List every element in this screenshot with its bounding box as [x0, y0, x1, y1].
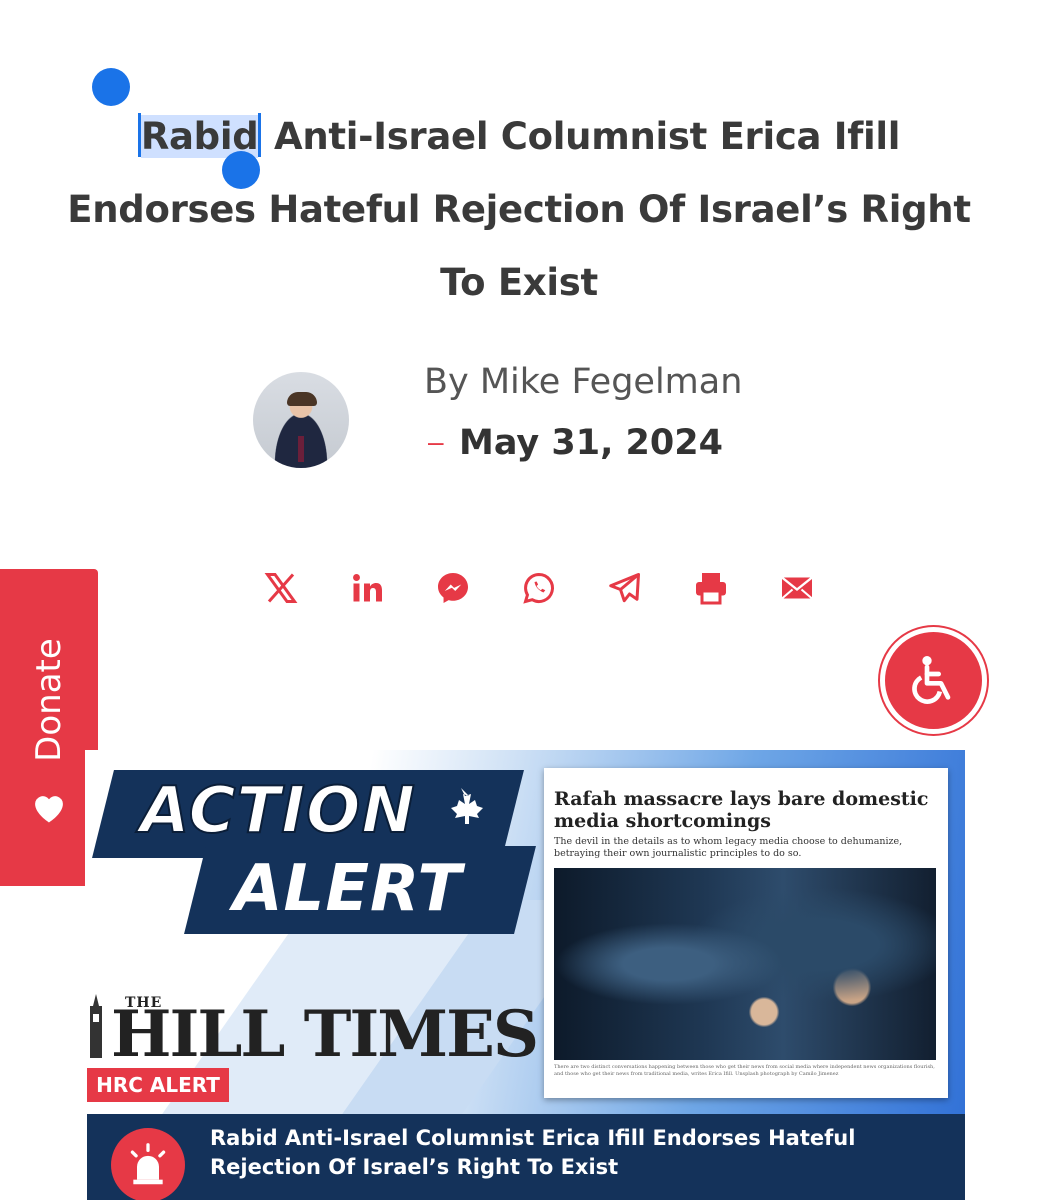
article-preview-card: Rafah massacre lays bare domestic media … — [544, 768, 948, 1098]
hill-times-name: HILL TIMES — [111, 997, 539, 1072]
whatsapp-icon — [523, 572, 554, 604]
share-email-button[interactable] — [754, 568, 840, 608]
print-button[interactable] — [668, 568, 754, 608]
hill-times-logo: THE HILL TIMES — [87, 995, 539, 1072]
date-separator: – — [428, 426, 444, 457]
selection-end-handle[interactable] — [222, 151, 260, 189]
hrc-alert-badge: HRC ALERT — [87, 1068, 229, 1102]
avatar-hair — [287, 392, 317, 406]
share-whatsapp-button[interactable] — [496, 568, 582, 608]
preview-caption: There are two distinct conversations hap… — [554, 1064, 935, 1077]
maple-leaf-icon — [451, 788, 483, 824]
featured-image[interactable]: ACTION ALERT THE HILL TIMES HRC ALERT Ra… — [85, 750, 965, 1200]
x-icon — [264, 573, 298, 603]
alert-word: ALERT — [233, 852, 463, 926]
accessibility-button[interactable] — [880, 627, 987, 734]
heart-icon — [35, 796, 63, 823]
preview-dek: The devil in the details as to whom lega… — [554, 836, 903, 859]
messenger-icon — [438, 573, 468, 603]
share-bar — [238, 568, 840, 608]
siren-icon — [111, 1128, 185, 1200]
share-telegram-button[interactable] — [582, 568, 668, 608]
share-x-button[interactable] — [238, 568, 324, 608]
action-word: ACTION — [139, 773, 416, 849]
hill-times-the: THE — [125, 995, 163, 1011]
preview-photo — [554, 868, 936, 1060]
share-linkedin-button[interactable] — [324, 568, 410, 608]
telegram-icon — [609, 573, 640, 603]
selection-start-handle[interactable] — [92, 68, 130, 106]
avatar-tie — [298, 436, 304, 462]
banner-headline: Rabid Anti-Israel Columnist Erica Ifill … — [210, 1126, 856, 1179]
share-messenger-button[interactable] — [410, 568, 496, 608]
preview-title: Rafah massacre lays bare domestic media … — [554, 788, 929, 832]
article-title: Rabid Anti-Israel Columnist Erica Ifill … — [60, 100, 978, 319]
donate-label[interactable]: Donate — [29, 638, 69, 762]
linkedin-icon — [353, 574, 382, 602]
email-icon — [781, 576, 813, 600]
author-avatar[interactable] — [253, 372, 349, 468]
publish-date: May 31, 2024 — [459, 423, 723, 463]
wheelchair-icon — [911, 655, 950, 704]
author-byline[interactable]: By Mike Fegelman — [424, 362, 742, 402]
print-icon — [696, 573, 726, 605]
